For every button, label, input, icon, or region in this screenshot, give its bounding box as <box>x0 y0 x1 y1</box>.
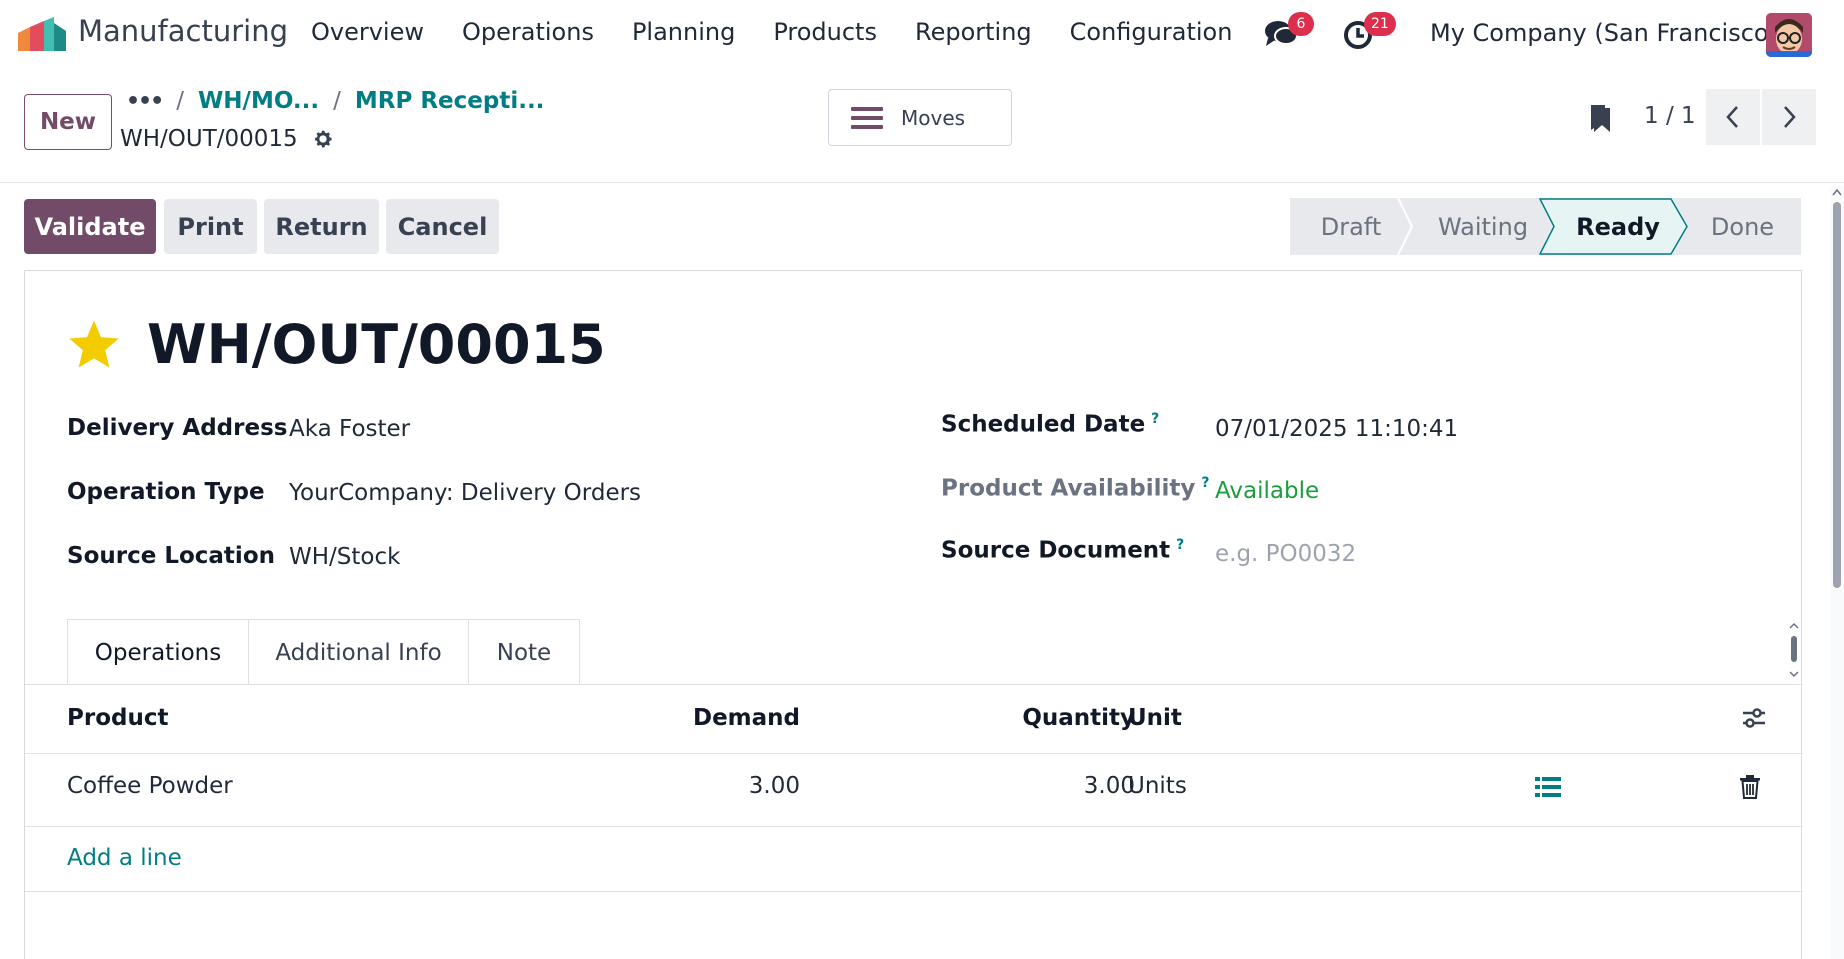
add-line-link[interactable]: Add a line <box>67 845 182 871</box>
notebook-tabs: Operations Additional Info Note <box>67 619 580 685</box>
list-menu-icon <box>851 106 883 129</box>
top-navbar: Manufacturing Overview Operations Planni… <box>0 0 1844 70</box>
help-icon[interactable]: ? <box>1201 475 1209 491</box>
moves-label: Moves <box>901 105 966 130</box>
scheduled-date-label-text: Scheduled Date <box>941 411 1146 438</box>
tab-operations[interactable]: Operations <box>67 619 249 685</box>
record-title[interactable]: WH/OUT/00015 <box>147 313 606 376</box>
source-location-field[interactable]: WH/Stock <box>289 544 400 570</box>
menu-operations[interactable]: Operations <box>462 18 594 46</box>
moves-smart-button[interactable]: Moves <box>828 89 1012 146</box>
breadcrumb-separator: / <box>176 88 184 114</box>
tab-note[interactable]: Note <box>468 619 580 685</box>
menu-planning[interactable]: Planning <box>632 18 735 46</box>
row-unit[interactable]: Units <box>1128 773 1187 799</box>
breadcrumb-separator: / <box>333 88 341 114</box>
avatar-face-icon <box>1766 13 1812 57</box>
column-quantity[interactable]: Quantity <box>985 705 1135 731</box>
status-ready[interactable]: Ready <box>1552 198 1684 255</box>
tabs-scrollbar[interactable] <box>1786 622 1802 678</box>
current-record: WH/OUT/00015 <box>120 126 334 152</box>
menu-products[interactable]: Products <box>773 18 877 46</box>
star-icon[interactable] <box>65 317 123 373</box>
messages-badge: 6 <box>1288 12 1314 36</box>
row-demand[interactable]: 3.00 <box>680 773 800 799</box>
row-product[interactable]: Coffee Powder <box>67 773 233 799</box>
table-header-divider <box>25 753 1803 754</box>
company-switcher[interactable]: My Company (San Francisco) <box>1430 19 1778 47</box>
source-document-label: Source Document? <box>941 537 1184 564</box>
product-availability-label-text: Product Availability <box>941 475 1196 502</box>
breadcrumb-more[interactable]: ••• <box>126 89 164 114</box>
return-button[interactable]: Return <box>264 199 379 254</box>
source-location-label: Source Location <box>67 543 275 569</box>
messages-button[interactable]: 6 <box>1264 12 1314 52</box>
tab-additional-info[interactable]: Additional Info <box>248 619 469 685</box>
delivery-address-label: Delivery Address <box>67 415 288 441</box>
table-row-divider <box>25 826 1803 827</box>
form-sheet: WH/OUT/00015 Delivery Address Aka Foster… <box>24 270 1803 959</box>
scheduled-date-field[interactable]: 07/01/2025 11:10:41 <box>1215 416 1458 442</box>
source-document-label-text: Source Document <box>941 537 1171 564</box>
cancel-button[interactable]: Cancel <box>386 199 499 254</box>
source-document-field[interactable]: e.g. PO0032 <box>1215 541 1356 567</box>
column-demand[interactable]: Demand <box>680 705 800 731</box>
optional-columns-icon[interactable] <box>1741 705 1767 731</box>
breadcrumb: ••• / WH/MO... / MRP Recepti... <box>126 88 544 114</box>
status-waiting[interactable]: Waiting <box>1412 198 1554 255</box>
menu-overview[interactable]: Overview <box>311 18 424 46</box>
breadcrumb-mo[interactable]: WH/MO... <box>198 88 319 114</box>
scheduled-date-label: Scheduled Date? <box>941 411 1159 438</box>
validate-button[interactable]: Validate <box>24 199 156 254</box>
status-done[interactable]: Done <box>1684 198 1801 255</box>
pager-next-button[interactable] <box>1762 89 1816 145</box>
delivery-address-field[interactable]: Aka Foster <box>289 416 410 442</box>
column-product[interactable]: Product <box>67 705 168 731</box>
status-bar: Draft Waiting Ready Done <box>1290 198 1801 255</box>
menu-configuration[interactable]: Configuration <box>1070 18 1233 46</box>
pager-previous-button[interactable] <box>1706 89 1760 145</box>
menu-reporting[interactable]: Reporting <box>915 18 1032 46</box>
column-unit[interactable]: Unit <box>1128 705 1182 731</box>
gear-icon[interactable] <box>312 128 334 150</box>
page-scrollbar[interactable] <box>1830 186 1844 959</box>
status-draft[interactable]: Draft <box>1290 198 1412 255</box>
bookmark-icon[interactable] <box>1590 104 1612 134</box>
help-icon[interactable]: ? <box>1176 537 1184 553</box>
activities-badge: 21 <box>1364 12 1396 36</box>
chevron-left-icon <box>1726 106 1738 128</box>
chevron-right-icon <box>1784 106 1796 128</box>
app-name[interactable]: Manufacturing <box>78 14 288 48</box>
user-avatar[interactable] <box>1766 13 1812 57</box>
operation-type-label: Operation Type <box>67 479 265 505</box>
product-availability-value: Available <box>1215 478 1320 504</box>
activities-button[interactable]: 21 <box>1342 12 1396 52</box>
detailed-operations-icon[interactable] <box>1535 775 1561 799</box>
row-quantity[interactable]: 3.00 <box>985 773 1135 799</box>
table-footer-divider <box>25 891 1803 892</box>
operation-type-field[interactable]: YourCompany: Delivery Orders <box>289 480 641 506</box>
product-availability-label: Product Availability? <box>941 475 1209 502</box>
help-icon[interactable]: ? <box>1151 411 1159 427</box>
control-panel-divider <box>0 182 1844 183</box>
manufacturing-logo-icon[interactable] <box>18 17 66 51</box>
record-name: WH/OUT/00015 <box>120 126 298 152</box>
pager-value[interactable]: 1 / 1 <box>1644 103 1696 129</box>
main-menu: Overview Operations Planning Products Re… <box>311 18 1270 46</box>
tabs-divider <box>25 684 1803 685</box>
new-button[interactable]: New <box>24 94 112 150</box>
trash-icon[interactable] <box>1739 774 1761 800</box>
print-button[interactable]: Print <box>164 199 257 254</box>
breadcrumb-mrp-reception[interactable]: MRP Recepti... <box>355 88 545 114</box>
